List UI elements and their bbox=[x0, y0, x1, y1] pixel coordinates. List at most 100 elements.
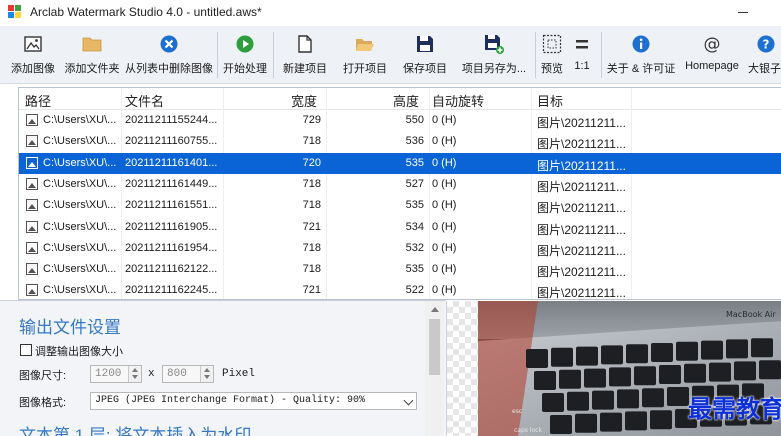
save-project-as-button[interactable]: 项目另存为... bbox=[458, 31, 530, 79]
cell-autorotate: 0 (H) bbox=[432, 135, 457, 148]
table-row[interactable]: C:\Users\XU\... 20211211161449... 718 527 0 … bbox=[19, 174, 781, 195]
keyboard-key bbox=[617, 389, 639, 409]
help-button[interactable]: ? 大银子 bbox=[746, 31, 781, 79]
cell-width: 721 bbox=[302, 220, 321, 233]
size-unit: Pixel bbox=[222, 368, 256, 380]
zoom-1to1-button[interactable]: 1:1 bbox=[568, 31, 596, 79]
table-row[interactable]: C:\Users\XU\... 20211211160755... 718 536 0 … bbox=[19, 131, 781, 152]
column-header-width[interactable]: 宽度 bbox=[291, 91, 317, 110]
add-image-button[interactable]: 添加图像 bbox=[2, 31, 64, 79]
cell-target: 图片\20211211... bbox=[537, 243, 626, 258]
image-file-list[interactable]: 路径 文件名 宽度 高度 自动旋转 目标 C:\Users\XU\... 2021… bbox=[18, 87, 781, 300]
resize-checkbox-label[interactable]: 调整输出图像大小 bbox=[35, 343, 123, 359]
remove-image-button[interactable]: 从列表中删除图像 bbox=[124, 31, 214, 79]
save-project-button[interactable]: 保存项目 bbox=[398, 31, 452, 79]
keyboard-key bbox=[676, 341, 698, 361]
table-row[interactable]: C:\Users\XU\... 20211211155244... 729 550 0 … bbox=[19, 110, 781, 131]
play-icon bbox=[236, 35, 254, 53]
help-label: 大银子 bbox=[748, 63, 781, 75]
width-spinbox[interactable]: 1200 bbox=[90, 365, 142, 383]
scroll-up-icon[interactable] bbox=[431, 307, 439, 312]
column-header-filename[interactable]: 文件名 bbox=[125, 91, 164, 110]
width-spin-arrows[interactable] bbox=[128, 366, 141, 382]
cell-height: 522 bbox=[405, 284, 424, 297]
keyboard-key bbox=[592, 390, 614, 410]
homepage-button[interactable]: @ Homepage bbox=[680, 31, 744, 79]
keyboard-key bbox=[542, 393, 564, 412]
table-row[interactable]: C:\Users\XU\... 20211211161954... 718 532 0 … bbox=[19, 238, 781, 259]
column-header-target[interactable]: 目标 bbox=[537, 91, 563, 110]
column-header-height[interactable]: 高度 bbox=[393, 91, 419, 110]
cell-autorotate: 0 (H) bbox=[432, 177, 457, 190]
height-spin-arrows[interactable] bbox=[200, 366, 213, 382]
cell-autorotate: 0 (H) bbox=[432, 114, 457, 126]
cell-autorotate: 0 (H) bbox=[432, 156, 457, 169]
keyboard-key bbox=[526, 349, 548, 368]
remove-image-label: 从列表中删除图像 bbox=[125, 63, 213, 75]
about-license-button[interactable]: 关于 & 许可证 bbox=[604, 31, 678, 79]
settings-scrollbar[interactable] bbox=[425, 301, 444, 436]
cell-autorotate: 0 (H) bbox=[432, 263, 457, 276]
image-file-icon bbox=[26, 263, 38, 276]
save-project-label: 保存项目 bbox=[403, 63, 447, 75]
resize-checkbox[interactable] bbox=[20, 344, 32, 356]
folder-icon bbox=[82, 37, 102, 52]
keyboard-key bbox=[550, 415, 572, 434]
table-row[interactable]: C:\Users\XU\... 20211211162245... 721 522 0 … bbox=[19, 280, 781, 299]
cell-filename: 20211211160755... bbox=[125, 135, 218, 148]
new-project-label: 新建项目 bbox=[283, 63, 327, 75]
cell-path: C:\Users\XU\... bbox=[43, 135, 117, 148]
scrollbar-thumb[interactable] bbox=[429, 319, 440, 375]
cell-target: 图片\20211211... bbox=[537, 179, 626, 194]
watermark-text: 最需教育 bbox=[688, 394, 781, 423]
keyboard-key bbox=[734, 361, 756, 381]
cell-width: 720 bbox=[302, 156, 321, 169]
cell-target: 图片\20211211... bbox=[537, 137, 626, 152]
cell-path: C:\Users\XU\... bbox=[43, 156, 117, 169]
cell-filename: 20211211155244... bbox=[125, 114, 218, 126]
keyboard-key bbox=[625, 411, 647, 431]
key-label: esc bbox=[512, 408, 522, 415]
table-row[interactable]: C:\Users\XU\... 20211211161401... 720 535 0 … bbox=[19, 152, 781, 174]
text-layer-title: 文本第 1 层: 将文本插入为水印 bbox=[19, 426, 252, 436]
keyboard-key bbox=[567, 391, 589, 411]
toolbar: 添加图像 添加文件夹 从列表中删除图像 开始处理 新建项目 打开项目 保存项目 … bbox=[0, 26, 781, 84]
image-format-label: 图像格式: bbox=[19, 397, 67, 409]
open-project-button[interactable]: 打开项目 bbox=[338, 31, 392, 79]
add-image-label: 添加图像 bbox=[11, 63, 55, 75]
toolbar-divider bbox=[535, 32, 536, 78]
image-file-icon bbox=[26, 135, 38, 148]
cell-width: 729 bbox=[302, 114, 321, 126]
svg-text:@: @ bbox=[704, 35, 721, 55]
app-icon bbox=[8, 5, 23, 20]
preview-button[interactable]: 预览 bbox=[537, 31, 567, 79]
svg-text:?: ? bbox=[763, 38, 770, 52]
new-file-icon bbox=[298, 35, 312, 53]
keyboard-key bbox=[634, 366, 656, 386]
zoom-1to1-icon bbox=[576, 40, 588, 49]
image-format-select[interactable]: JPEG (JPEG Interchange Format) - Quality… bbox=[90, 392, 417, 410]
new-project-button[interactable]: 新建项目 bbox=[278, 31, 332, 79]
height-spinbox[interactable]: 800 bbox=[162, 365, 214, 383]
keyboard-key bbox=[642, 388, 664, 408]
open-project-label: 打开项目 bbox=[343, 63, 387, 75]
table-row[interactable]: C:\Users\XU\... 20211211161905... 721 534 0 … bbox=[19, 217, 781, 238]
cell-height: 535 bbox=[405, 156, 424, 169]
cell-autorotate: 0 (H) bbox=[432, 199, 457, 212]
column-header-autorotate[interactable]: 自动旋转 bbox=[432, 91, 484, 110]
cell-height: 535 bbox=[405, 263, 424, 276]
cell-target: 图片\20211211... bbox=[537, 116, 626, 130]
minimize-button[interactable] bbox=[738, 12, 748, 13]
table-row[interactable]: C:\Users\XU\... 20211211161551... 718 535 0 … bbox=[19, 195, 781, 216]
column-header-path[interactable]: 路径 bbox=[25, 91, 51, 110]
save-as-icon bbox=[485, 35, 504, 54]
settings-panel: 输出文件设置 调整输出图像大小 图像尺寸: 1200 x 800 Pixel 图… bbox=[0, 300, 446, 436]
toolbar-divider bbox=[601, 32, 602, 78]
add-folder-button[interactable]: 添加文件夹 bbox=[64, 31, 120, 79]
preview-icon bbox=[542, 34, 562, 54]
cell-height: 536 bbox=[405, 135, 424, 148]
start-processing-button[interactable]: 开始处理 bbox=[220, 31, 270, 79]
cell-width: 721 bbox=[302, 284, 321, 297]
table-row[interactable]: C:\Users\XU\... 20211211162122... 718 535 0 … bbox=[19, 259, 781, 280]
keyboard-key bbox=[726, 339, 748, 359]
